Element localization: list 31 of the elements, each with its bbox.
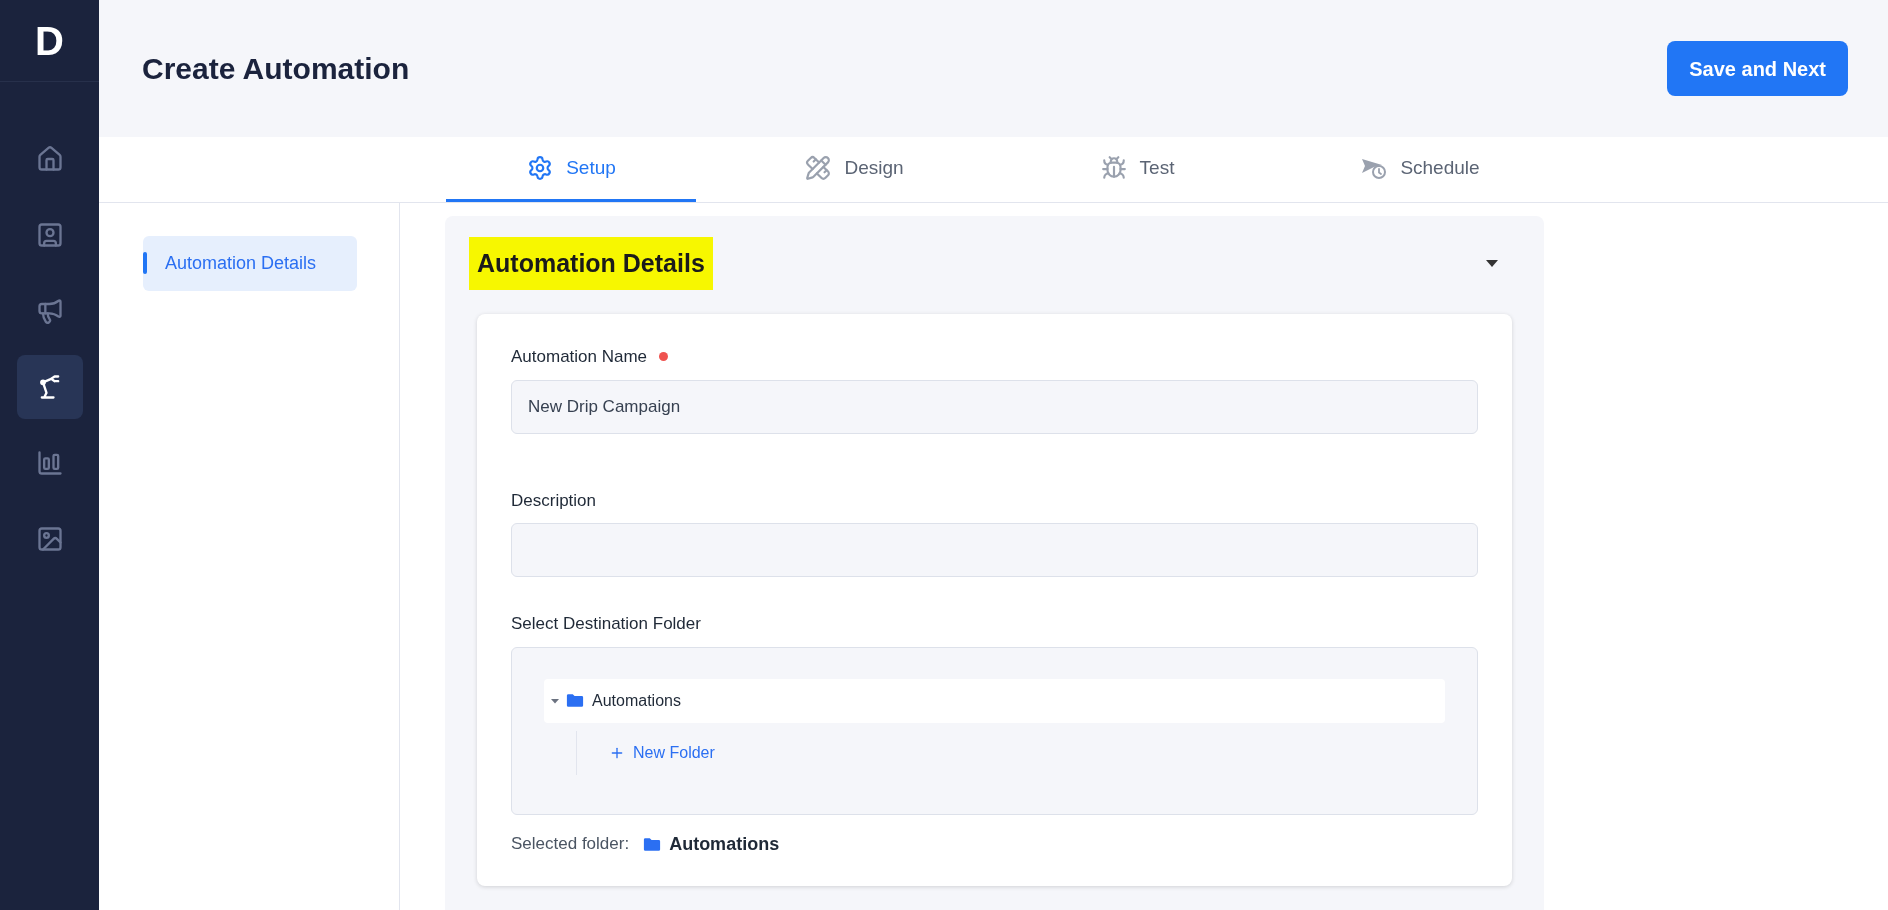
page-title: Create Automation: [142, 51, 410, 87]
tab[interactable]: Schedule: [1295, 137, 1545, 202]
text-input-field[interactable]: New Drip Campaign: [511, 379, 1478, 434]
selected-folder-name: Automations: [669, 832, 780, 856]
folder-tree-item[interactable]: Automations: [544, 678, 1445, 723]
contact-card-icon: [35, 221, 64, 249]
field-label: Automation Name: [511, 346, 648, 368]
pencil-ruler-icon: [804, 155, 833, 181]
tab[interactable]: Setup: [446, 137, 696, 202]
section-title: Automation Details: [469, 237, 713, 290]
save-and-next-button[interactable]: Save and Next: [1667, 41, 1848, 96]
text-input-field[interactable]: [511, 523, 1478, 577]
field-label: Select Destination Folder: [511, 613, 702, 635]
active-indicator: [143, 252, 147, 274]
folder-icon: [566, 693, 584, 708]
folder-name: Automations: [592, 690, 681, 711]
section-nav-item[interactable]: Automation Details: [143, 236, 357, 291]
sidebar-nav-button[interactable]: [16, 355, 83, 419]
caret-icon: [1485, 259, 1499, 268]
tab[interactable]: Test: [1012, 137, 1262, 202]
megaphone-icon: [35, 297, 64, 325]
new-folder-link[interactable]: New Folder: [609, 740, 715, 765]
bug-icon: [1099, 155, 1128, 181]
image-icon: [35, 525, 64, 553]
logo[interactable]: D: [35, 20, 64, 61]
home-icon: [35, 145, 64, 173]
folder-icon: [643, 836, 662, 852]
selected-folder-label: Selected folder:: [511, 833, 630, 856]
bar-chart-icon: [35, 449, 64, 477]
field-label: Description: [511, 489, 597, 512]
tab[interactable]: Design: [729, 137, 979, 202]
